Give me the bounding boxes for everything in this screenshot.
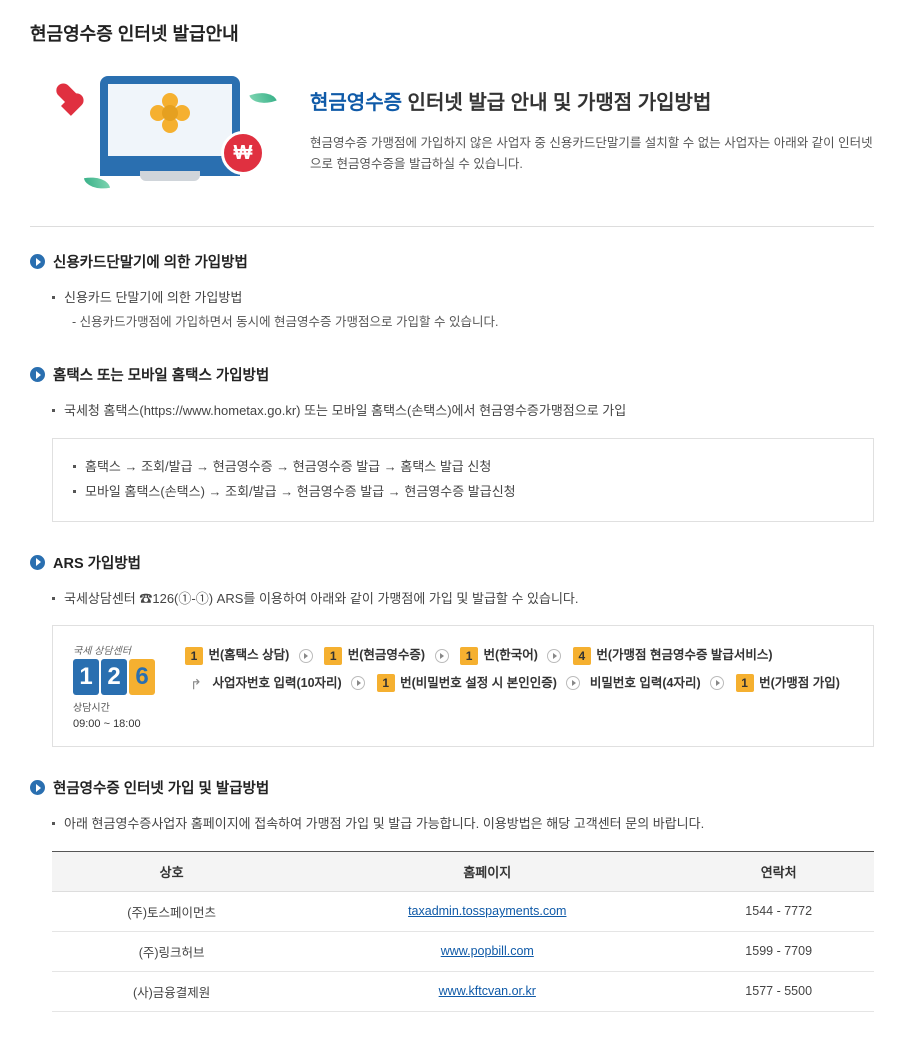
- arrow-bullet-icon: [30, 254, 45, 269]
- step-number-badge: 1: [185, 647, 203, 665]
- cell-homepage: www.popbill.com: [291, 931, 683, 971]
- cell-contact: 1577 - 5500: [683, 971, 874, 1011]
- arrow-bullet-icon: [30, 780, 45, 795]
- step-text: 비밀번호 입력(4자리): [590, 676, 701, 690]
- sub-list-item: - 신용카드가맹점에 가입하면서 동시에 현금영수증 가맹점으로 가입할 수 있…: [64, 311, 874, 335]
- section-heading-text: 신용카드단말기에 의한 가입방법: [53, 251, 248, 272]
- cell-company-name: (주)토스페이먼츠: [52, 891, 291, 931]
- monitor-icon: [100, 76, 240, 176]
- list-item: 홈택스 → 조회/발급 → 현금영수증 → 현금영수증 발급 → 홈택스 발급 …: [73, 455, 853, 480]
- section-internet: 현금영수증 인터넷 가입 및 발급방법 아래 현금영수증사업자 홈페이지에 접속…: [30, 777, 874, 1012]
- step-number-badge: 1: [736, 674, 754, 692]
- cell-homepage: www.kftcvan.or.kr: [291, 971, 683, 1011]
- step-text: 번(가맹점 가입): [759, 676, 840, 690]
- arrow-bullet-icon: [30, 555, 45, 570]
- cell-company-name: (사)금융결제원: [52, 971, 291, 1011]
- step-arrow-icon: [566, 676, 580, 690]
- ars-brand-label: 국세 상담센터: [73, 642, 165, 657]
- ars-phone-number: 1 2 6: [73, 659, 165, 695]
- section-card-terminal: 신용카드단말기에 의한 가입방법 신용카드 단말기에 의한 가입방법 - 신용카…: [30, 251, 874, 334]
- step-number-badge: 1: [377, 674, 395, 692]
- step-text: 번(홈택스 상담): [208, 648, 289, 662]
- ars-steps-box: 국세 상담센터 1 2 6 상담시간 09:00 ~ 18:00 1 번(홈택스…: [52, 625, 874, 747]
- ars-logo: 국세 상담센터 1 2 6 상담시간 09:00 ~ 18:00: [73, 642, 165, 730]
- list-item: 모바일 홈택스(손택스) → 조회/발급 → 현금영수증 발급 → 현금영수증 …: [73, 480, 853, 505]
- section-heading: 신용카드단말기에 의한 가입방법: [30, 251, 874, 272]
- cell-company-name: (주)링크허브: [52, 931, 291, 971]
- cell-homepage: taxadmin.tosspayments.com: [291, 891, 683, 931]
- ars-digit: 2: [101, 659, 127, 695]
- table-row: (주)링크허브 www.popbill.com 1599 - 7709: [52, 931, 874, 971]
- cell-contact: 1544 - 7772: [683, 891, 874, 931]
- list-item: 아래 현금영수증사업자 홈페이지에 접속하여 가맹점 가입 및 발급 가능합니다…: [52, 812, 874, 837]
- step-text: 사업자번호 입력(10자리): [212, 676, 341, 690]
- step-text: 번(한국어): [484, 648, 538, 662]
- leaf-icon: [84, 174, 110, 192]
- step-text: 번(현금영수증): [348, 648, 425, 662]
- step-arrow-icon: [435, 649, 449, 663]
- step-text: 번(가맹점 현금영수증 발급서비스): [596, 648, 772, 662]
- divider: [30, 226, 874, 227]
- list-item: 국세상담센터 ☎126(①-①) ARS를 이용하여 아래와 같이 가맹점에 가…: [52, 587, 874, 612]
- return-arrow-icon: [187, 676, 205, 690]
- table-header-name: 상호: [52, 851, 291, 891]
- step-text: 번(비밀번호 설정 시 본인인증): [400, 676, 557, 690]
- step-number-badge: 4: [573, 647, 591, 665]
- ars-digit: 1: [73, 659, 99, 695]
- homepage-link[interactable]: www.kftcvan.or.kr: [439, 984, 536, 998]
- cell-contact: 1599 - 7709: [683, 931, 874, 971]
- section-ars: ARS 가입방법 국세상담센터 ☎126(①-①) ARS를 이용하여 아래와 …: [30, 552, 874, 748]
- table-header-homepage: 홈페이지: [291, 851, 683, 891]
- ars-digit: 6: [129, 659, 155, 695]
- table-row: (사)금융결제원 www.kftcvan.or.kr 1577 - 5500: [52, 971, 874, 1011]
- table-header-contact: 연락처: [683, 851, 874, 891]
- hero-description: 현금영수증 가맹점에 가입하지 않은 사업자 중 신용카드단말기를 설치할 수 …: [310, 133, 874, 176]
- hero-title: 현금영수증 인터넷 발급 안내 및 가맹점 가입방법: [310, 86, 874, 115]
- homepage-link[interactable]: www.popbill.com: [441, 944, 534, 958]
- hero-title-emphasis: 현금영수증: [310, 92, 402, 114]
- ars-hours-label: 상담시간: [73, 699, 165, 714]
- won-currency-icon: ₩: [221, 131, 265, 175]
- leaf-icon: [249, 87, 276, 108]
- step-arrow-icon: [299, 649, 313, 663]
- ars-steps-flow: 1 번(홈택스 상담) 1 번(현금영수증) 1 번(한국어) 4 번(가맹점 …: [183, 642, 853, 697]
- step-arrow-icon: [710, 676, 724, 690]
- section-heading: 홈택스 또는 모바일 홈택스 가입방법: [30, 364, 874, 385]
- list-item: 국세청 홈택스(https://www.hometax.go.kr) 또는 모바…: [52, 399, 874, 424]
- page-title: 현금영수증 인터넷 발급안내: [30, 20, 874, 46]
- section-heading-text: 현금영수증 인터넷 가입 및 발급방법: [53, 777, 269, 798]
- homepage-link[interactable]: taxadmin.tosspayments.com: [408, 904, 566, 918]
- step-arrow-icon: [351, 676, 365, 690]
- hero-section: ₩ 현금영수증 인터넷 발급 안내 및 가맹점 가입방법 현금영수증 가맹점에 …: [30, 76, 874, 196]
- step-number-badge: 1: [324, 647, 342, 665]
- hero-illustration: ₩: [50, 76, 280, 196]
- step-number-badge: 1: [460, 647, 478, 665]
- section-heading-text: 홈택스 또는 모바일 홈택스 가입방법: [53, 364, 269, 385]
- arrow-bullet-icon: [30, 367, 45, 382]
- section-hometax: 홈택스 또는 모바일 홈택스 가입방법 국세청 홈택스(https://www.…: [30, 364, 874, 521]
- ars-hours: 09:00 ~ 18:00: [73, 718, 165, 730]
- section-heading: ARS 가입방법: [30, 552, 874, 573]
- heart-icon: [62, 84, 88, 108]
- flower-icon: [152, 95, 188, 131]
- step-arrow-icon: [547, 649, 561, 663]
- providers-table: 상호 홈페이지 연락처 (주)토스페이먼츠 taxadmin.tosspaymen…: [52, 851, 874, 1012]
- table-row: (주)토스페이먼츠 taxadmin.tosspayments.com 1544 -…: [52, 891, 874, 931]
- list-item: 신용카드 단말기에 의한 가입방법 - 신용카드가맹점에 가입하면서 동시에 현…: [52, 286, 874, 334]
- info-box: 홈택스 → 조회/발급 → 현금영수증 → 현금영수증 발급 → 홈택스 발급 …: [52, 438, 874, 521]
- hero-title-rest: 인터넷 발급 안내 및 가맹점 가입방법: [402, 92, 711, 114]
- section-heading: 현금영수증 인터넷 가입 및 발급방법: [30, 777, 874, 798]
- section-heading-text: ARS 가입방법: [53, 552, 141, 573]
